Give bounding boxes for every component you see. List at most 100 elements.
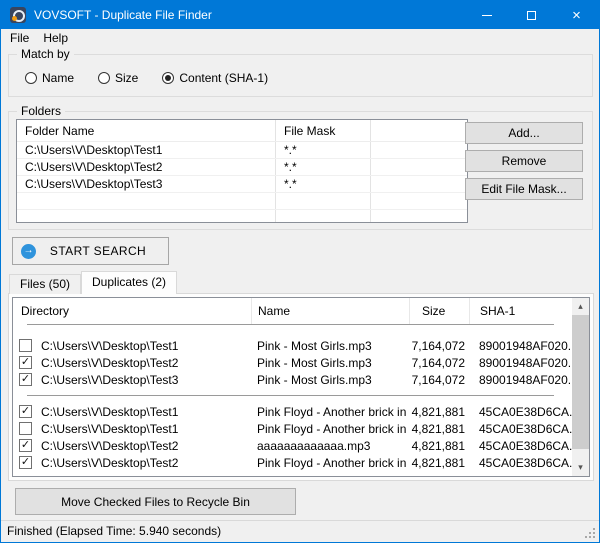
folders-table-body: C:\Users\V\Desktop\Test1*.*C:\Users\V\De… — [17, 142, 467, 223]
folders-table-header: Folder Name File Mask — [17, 120, 467, 142]
radio-indicator — [25, 72, 37, 84]
directory-cell: C:\Users\V\Desktop\Test1 — [39, 405, 251, 419]
empty-cell — [370, 193, 467, 209]
duplicates-column-name[interactable]: Name — [251, 298, 409, 324]
menu-item-file[interactable]: File — [3, 30, 36, 47]
radio-label: Size — [115, 71, 138, 85]
title-bar: VOVSOFT - Duplicate File Finder × — [1, 1, 599, 29]
match-by-options: Name Size Content (SHA-1) — [25, 71, 592, 85]
folder-name-cell — [17, 210, 275, 223]
menu-item-help[interactable]: Help — [36, 30, 75, 47]
name-cell: Pink - Most Girls.mp3 — [251, 373, 409, 387]
start-search-label: START SEARCH — [36, 244, 168, 258]
match-by-label: Match by — [17, 47, 74, 61]
add-button[interactable]: Add... — [465, 122, 583, 144]
duplicates-listview-content: Directory Name Size SHA-1 C:\Users\V\Des… — [13, 298, 572, 476]
maximize-icon — [527, 11, 536, 20]
sha1-cell: 45CA0E38D6CA... — [469, 439, 572, 453]
close-button[interactable]: × — [554, 1, 599, 29]
vertical-scrollbar[interactable]: ▴ ▾ — [572, 298, 589, 476]
folder-row[interactable]: C:\Users\V\Desktop\Test3*.* — [17, 176, 467, 193]
tab-duplicates-2[interactable]: Duplicates (2) — [81, 271, 177, 294]
duplicate-row[interactable]: ✓C:\Users\V\Desktop\Test2aaaaaaaaaaaaa.m… — [13, 437, 572, 454]
start-search-arrow-icon: → — [21, 244, 36, 259]
edit-file-mask-button[interactable]: Edit File Mask... — [465, 178, 583, 200]
folders-column-folder-name[interactable]: Folder Name — [17, 120, 275, 141]
folders-column-empty[interactable] — [370, 120, 467, 141]
duplicate-row[interactable]: C:\Users\V\Desktop\Test1Pink Floyd - Ano… — [13, 420, 572, 437]
duplicate-row[interactable]: C:\Users\V\Desktop\Test1Pink - Most Girl… — [13, 337, 572, 354]
start-search-button[interactable]: → START SEARCH — [12, 237, 169, 265]
checkbox[interactable] — [19, 422, 32, 435]
checkbox[interactable]: ✓ — [19, 405, 32, 418]
size-cell: 7,164,072 — [409, 356, 469, 370]
size-cell: 4,821,881 — [409, 405, 469, 419]
file-mask-cell: *.* — [275, 142, 370, 158]
name-cell: Pink Floyd - Another brick in the wall.m… — [251, 422, 409, 436]
radio-option-content-sha-1[interactable]: Content (SHA-1) — [162, 71, 268, 85]
window-title: VOVSOFT - Duplicate File Finder — [34, 8, 212, 22]
checkbox[interactable] — [19, 339, 32, 352]
duplicates-column-size[interactable]: Size — [409, 298, 469, 324]
size-cell: 4,821,881 — [409, 439, 469, 453]
duplicates-column-sha1[interactable]: SHA-1 — [469, 298, 572, 324]
duplicate-row[interactable]: ✓C:\Users\V\Desktop\Test1Pink Floyd - An… — [13, 403, 572, 420]
resize-grip-icon[interactable] — [585, 528, 595, 538]
folder-name-cell: C:\Users\V\Desktop\Test2 — [17, 159, 275, 175]
radio-label: Content (SHA-1) — [179, 71, 268, 85]
duplicate-row[interactable]: ✓ C:\Users\V\Desktop\Test3Pink - Most Gir… — [13, 371, 572, 388]
scroll-down-icon[interactable]: ▾ — [572, 459, 589, 476]
menu-bar: FileHelp — [1, 29, 599, 48]
scroll-up-icon[interactable]: ▴ — [572, 298, 589, 315]
radio-option-name[interactable]: Name — [25, 71, 74, 85]
folder-row[interactable] — [17, 193, 467, 210]
folder-name-cell: C:\Users\V\Desktop\Test1 — [17, 142, 275, 158]
folder-row[interactable]: C:\Users\V\Desktop\Test2*.* — [17, 159, 467, 176]
empty-cell — [370, 142, 467, 158]
duplicates-tab-panel: Directory Name Size SHA-1 C:\Users\V\Des… — [8, 293, 594, 481]
minimize-icon — [482, 15, 492, 16]
sha1-cell: 45CA0E38D6CA... — [469, 422, 572, 436]
duplicates-header: Directory Name Size SHA-1 — [13, 298, 572, 324]
checkbox[interactable]: ✓ — [19, 373, 32, 386]
duplicate-group: ✓C:\Users\V\Desktop\Test1Pink Floyd - An… — [13, 403, 572, 471]
directory-cell: C:\Users\V\Desktop\Test1 — [39, 339, 251, 353]
folder-row[interactable]: C:\Users\V\Desktop\Test1*.* — [17, 142, 467, 159]
name-cell: Pink Floyd - Another brick in the wall.m… — [251, 456, 409, 470]
maximize-button[interactable] — [509, 1, 554, 29]
move-checked-files-button[interactable]: Move Checked Files to Recycle Bin — [15, 488, 296, 515]
minimize-button[interactable] — [464, 1, 509, 29]
size-cell: 4,821,881 — [409, 456, 469, 470]
name-cell: aaaaaaaaaaaaa.mp3 — [251, 439, 409, 453]
checkbox[interactable]: ✓ — [19, 356, 32, 369]
sha1-cell: 45CA0E38D6CA... — [469, 456, 572, 470]
duplicates-column-directory[interactable]: Directory — [13, 298, 251, 324]
file-mask-cell: *.* — [275, 176, 370, 192]
folders-label: Folders — [17, 104, 65, 118]
app-icon — [10, 7, 26, 23]
tab-files-50[interactable]: Files (50) — [9, 274, 81, 294]
size-cell: 7,164,072 — [409, 373, 469, 387]
directory-cell: C:\Users\V\Desktop\Test3 — [39, 373, 251, 387]
directory-cell: C:\Users\V\Desktop\Test2 — [39, 456, 251, 470]
empty-cell — [370, 176, 467, 192]
folder-row[interactable] — [17, 210, 467, 223]
folders-table: Folder Name File Mask C:\Users\V\Desktop… — [16, 119, 468, 223]
folders-column-file-mask[interactable]: File Mask — [275, 120, 370, 141]
sha1-cell: 89001948AF020... — [469, 339, 572, 353]
close-icon: × — [572, 8, 581, 23]
folders-group: Folders Folder Name File Mask C:\Users\V… — [8, 111, 593, 230]
remove-button[interactable]: Remove — [465, 150, 583, 172]
checkbox[interactable]: ✓ — [19, 456, 32, 469]
empty-cell — [370, 159, 467, 175]
checkbox[interactable]: ✓ — [19, 439, 32, 452]
duplicate-row[interactable]: ✓ C:\Users\V\Desktop\Test2Pink Floyd - An… — [13, 454, 572, 471]
size-cell: 4,821,881 — [409, 422, 469, 436]
tab-strip: Files (50)Duplicates (2) — [9, 271, 177, 294]
file-mask-cell: *.* — [275, 159, 370, 175]
radio-option-size[interactable]: Size — [98, 71, 138, 85]
scrollbar-thumb[interactable] — [572, 315, 589, 449]
duplicate-row[interactable]: ✓C:\Users\V\Desktop\Test2Pink - Most Gir… — [13, 354, 572, 371]
group-separator — [27, 395, 554, 396]
sha1-cell: 89001948AF020... — [469, 373, 572, 387]
